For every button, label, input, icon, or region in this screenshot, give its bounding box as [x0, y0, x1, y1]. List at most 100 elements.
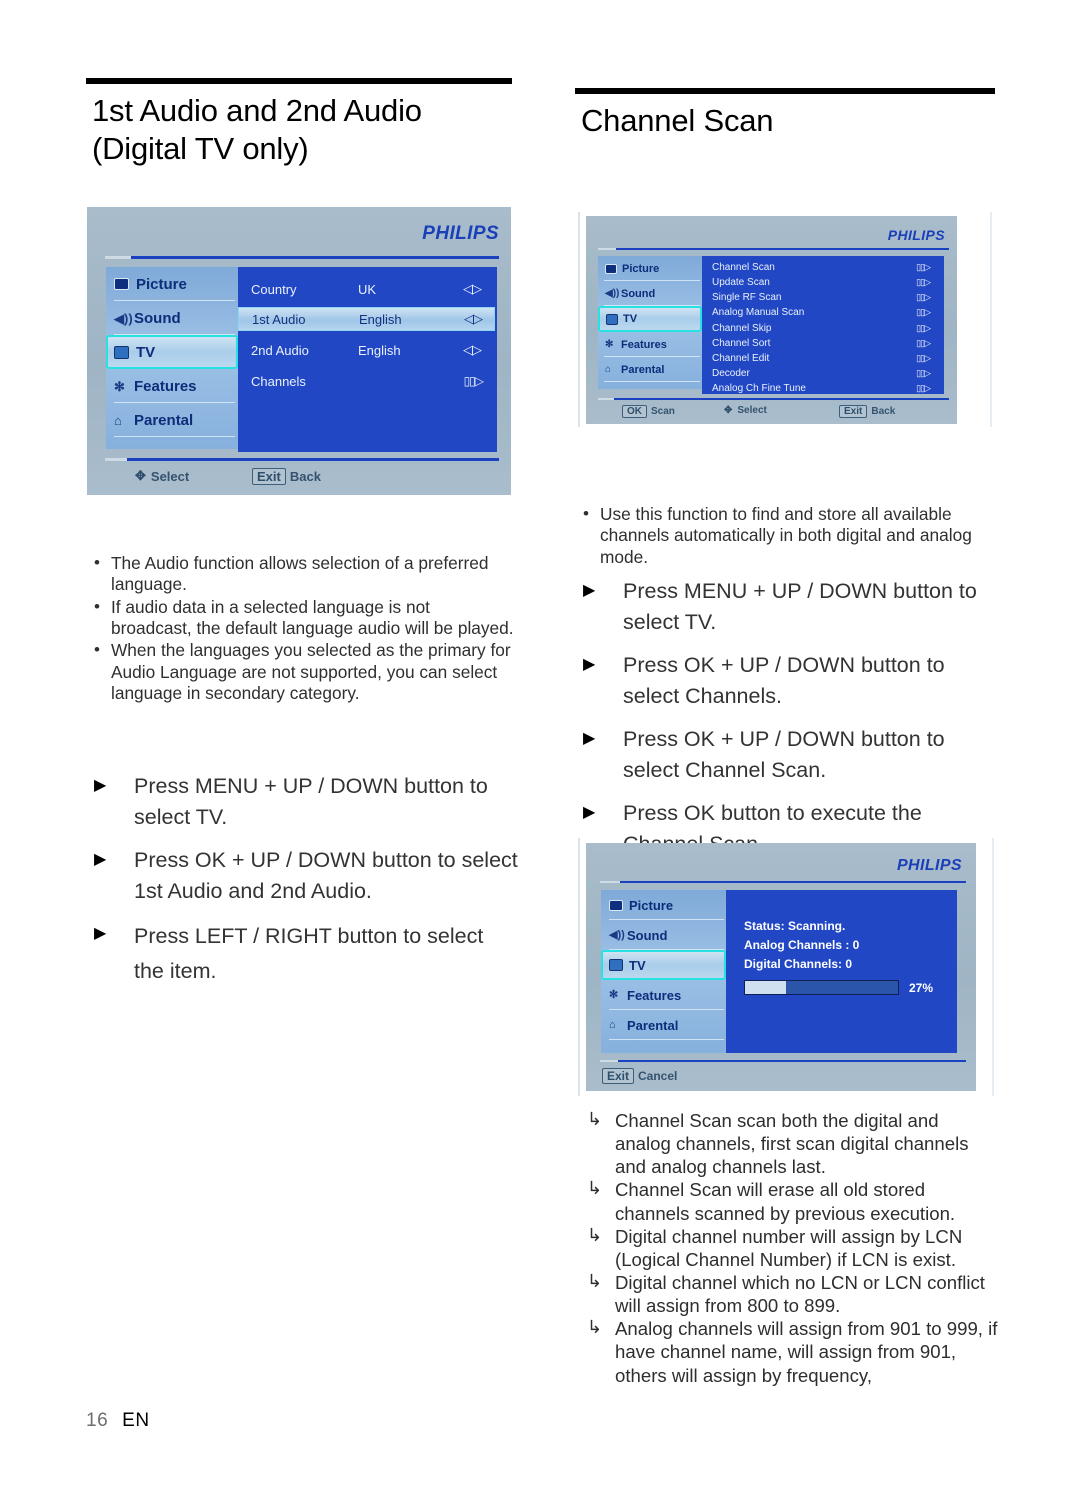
osd-row-channel-scan[interactable]: Channel Scan ▯▯▷ [702, 260, 944, 275]
osd-nav-item-picture[interactable]: Picture [598, 256, 702, 281]
osd-nav-label: Sound [134, 309, 181, 327]
osd-screenshot-audio-menu: PHILIPS Picture ◀)) Sound TV ✻ Features … [87, 207, 511, 495]
osd-nav-label: Parental [134, 411, 194, 429]
exit-key-badge[interactable]: Exit [602, 1068, 635, 1084]
speaker-icon: ◀)) [114, 310, 133, 326]
osd-row-label: Channel Scan [712, 262, 775, 273]
osd-nav-item-parental[interactable]: ⌂ Parental [601, 1010, 726, 1040]
osd-content-panel: Country UK ◁▷ 1st Audio English ◁▷ 2nd A… [238, 267, 497, 452]
play-triangle-icon: ▶ [583, 804, 596, 822]
osd-row-value: English [359, 311, 402, 327]
submenu-arrow-icon: ▯▯▷ [916, 368, 931, 378]
osd-nav-panel: Picture ◀)) Sound TV ✻ Features ⌂ Parent… [106, 267, 238, 449]
osd-nav-item-features[interactable]: ✻ Features [106, 369, 238, 403]
hint-cancel: Exit Cancel [602, 1068, 677, 1084]
osd-bottom-divider [105, 458, 499, 461]
list-item: • Use this function to find and store all… [583, 504, 972, 567]
exit-key-badge[interactable]: Exit [252, 468, 286, 485]
lock-icon: ⌂ [605, 363, 612, 375]
osd-row-label: Update Scan [712, 277, 770, 288]
osd-nav-label: TV [629, 957, 646, 973]
scan-analog-count: Analog Channels : 0 [744, 938, 860, 952]
submenu-arrow-icon: ▯▯▷ [916, 262, 931, 272]
submenu-arrow-icon: ▯▯▷ [916, 277, 931, 287]
play-triangle-icon: ▶ [94, 851, 107, 869]
gear-icon: ✻ [609, 988, 619, 1001]
osd-nav-item-sound[interactable]: ◀)) Sound [601, 920, 726, 950]
page-title-line-2: (Digital TV only) [92, 130, 309, 166]
submenu-arrow-icon: ▯▯▷ [916, 323, 931, 333]
page-footer: 16 EN [86, 1410, 150, 1432]
osd-nav-item-parental[interactable]: ⌂ Parental [598, 357, 702, 382]
osd-row-decoder[interactable]: Decoder ▯▯▷ [702, 366, 944, 381]
osd-row-channel-skip[interactable]: Channel Skip ▯▯▷ [702, 321, 944, 336]
progress-bar-fill [745, 981, 787, 994]
osd-row-label: Analog Manual Scan [712, 307, 805, 318]
osd-nav-item-features[interactable]: ✻ Features [601, 980, 726, 1010]
osd-nav-label: Features [627, 987, 682, 1003]
osd-scanning-panel: Status: Scanning. Analog Channels : 0 Di… [726, 890, 957, 1053]
osd-row-analog-ch-fine-tune[interactable]: Analog Ch Fine Tune ▯▯▷ [702, 381, 944, 396]
submenu-arrow-icon: ▯▯▷ [463, 374, 484, 388]
list-item: ▶ Press LEFT / RIGHT button to select the… [86, 919, 518, 989]
osd-nav-item-tv[interactable]: TV [106, 335, 238, 369]
osd-row-channel-edit[interactable]: Channel Edit ▯▯▷ [702, 351, 944, 366]
submenu-arrow-icon: ▯▯▷ [916, 292, 931, 302]
osd-hint-bar: ✥ Select Exit Back [87, 468, 511, 490]
picture-icon [609, 899, 623, 911]
osd-row-label: Channel Skip [712, 323, 772, 334]
philips-logo: PHILIPS [896, 857, 962, 874]
osd-row-single-rf-scan[interactable]: Single RF Scan ▯▯▷ [702, 290, 944, 305]
osd-row-channels[interactable]: Channels ▯▯▷ [238, 368, 497, 394]
osd-row-1st-audio[interactable]: 1st Audio English ◁▷ [238, 307, 495, 331]
lock-icon: ⌂ [609, 1018, 616, 1031]
osd-row-label: 2nd Audio [251, 342, 309, 358]
osd-top-divider [105, 256, 499, 259]
osd-nav-item-parental[interactable]: ⌂ Parental [106, 403, 238, 437]
osd-nav-item-tv[interactable]: TV [598, 306, 702, 332]
list-item: ↳ Channel Scan will erase all old stored … [587, 1178, 956, 1224]
osd-row-analog-manual-scan[interactable]: Analog Manual Scan ▯▯▷ [702, 305, 944, 320]
left-right-arrows-icon: ◁▷ [464, 311, 483, 326]
right-title-rule [575, 88, 995, 94]
osd-row-label: Channel Sort [712, 338, 771, 349]
ok-key-badge[interactable]: OK [622, 405, 647, 418]
left-right-arrows-icon: ◁▷ [463, 281, 482, 296]
osd-row-update-scan[interactable]: Update Scan ▯▯▷ [702, 275, 944, 290]
osd-row-value: English [358, 342, 401, 358]
osd-screenshot-scanning: PHILIPS Picture ◀)) Sound TV ✻ Features … [586, 843, 976, 1091]
osd-row-channel-sort[interactable]: Channel Sort ▯▯▷ [702, 336, 944, 351]
osd-nav-item-sound[interactable]: ◀)) Sound [598, 281, 702, 306]
list-item: • If audio data in a selected language is… [94, 596, 514, 639]
hint-label: Back [289, 469, 321, 484]
osd-nav-label: Features [134, 377, 197, 395]
submenu-arrow-icon: ▯▯▷ [916, 353, 931, 363]
hint-label: Cancel [638, 1069, 678, 1083]
osd-row-country[interactable]: Country UK ◁▷ [238, 276, 497, 302]
submenu-arrow-icon: ▯▯▷ [916, 338, 931, 348]
osd-nav-label: TV [136, 343, 156, 361]
osd-bottom-divider [600, 1060, 966, 1062]
navpad-icon: ✥ [135, 468, 146, 483]
navpad-icon: ✥ [724, 405, 733, 416]
osd-nav-item-tv[interactable]: TV [601, 950, 726, 980]
list-item: ↳ Digital channel which no LCN or LCN con… [587, 1270, 985, 1317]
osd-nav-panel: Picture ◀)) Sound TV ✻ Features ⌂ Parent… [598, 256, 702, 389]
scan-status-text: Status: Scanning. [744, 919, 846, 933]
list-item: ▶ Press MENU + UP / DOWN button to select… [94, 774, 488, 829]
play-triangle-icon: ▶ [94, 925, 107, 943]
osd-nav-item-features[interactable]: ✻ Features [598, 332, 702, 357]
osd-nav-item-picture[interactable]: Picture [106, 267, 238, 301]
left-bullet-list: • The Audio function allows selection of … [86, 553, 514, 706]
right-note-list: ↳ Channel Scan scan both the digital and … [583, 1109, 999, 1387]
osd-row-label: 1st Audio [252, 311, 306, 327]
osd-nav-label: Picture [629, 897, 674, 913]
osd-nav-item-sound[interactable]: ◀)) Sound [106, 301, 238, 335]
osd-top-divider [598, 248, 949, 250]
osd-nav-label: Sound [621, 287, 656, 300]
exit-key-badge[interactable]: Exit [839, 405, 868, 418]
list-item: ▶ Press OK + UP / DOWN button to select 1… [94, 848, 518, 903]
hint-label: Select [150, 468, 190, 484]
osd-nav-item-picture[interactable]: Picture [601, 890, 726, 920]
osd-row-2nd-audio[interactable]: 2nd Audio English ◁▷ [238, 337, 497, 363]
